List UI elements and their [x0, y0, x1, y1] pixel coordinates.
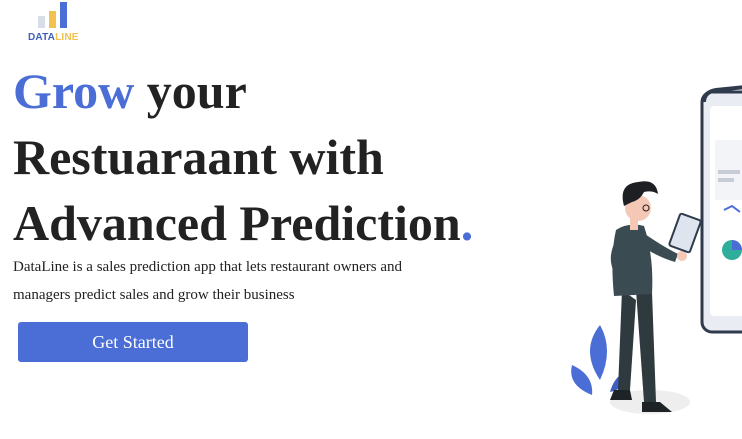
- brand-name-part2: LINE: [55, 32, 79, 43]
- brand-logo[interactable]: DATALINE: [28, 2, 88, 44]
- headline-line2: Restuaraant with: [13, 129, 384, 185]
- brand-name-part1: DATA: [28, 32, 56, 43]
- headline-line1-rest: your: [134, 63, 247, 119]
- brand-name: DATALINE: [28, 32, 79, 43]
- bar-chart-logo-icon: [38, 2, 67, 28]
- get-started-button[interactable]: Get Started: [18, 322, 248, 362]
- headline-dot: .: [460, 195, 474, 251]
- headline-line3: Advanced Prediction: [13, 195, 461, 251]
- hero-headline: Grow your Restuaraant with Advanced Pred…: [13, 58, 473, 256]
- hero-description: DataLine is a sales prediction app that …: [13, 259, 403, 303]
- person-with-clipboard-illustration: [571, 85, 742, 414]
- headline-accent-word: Grow: [13, 63, 135, 119]
